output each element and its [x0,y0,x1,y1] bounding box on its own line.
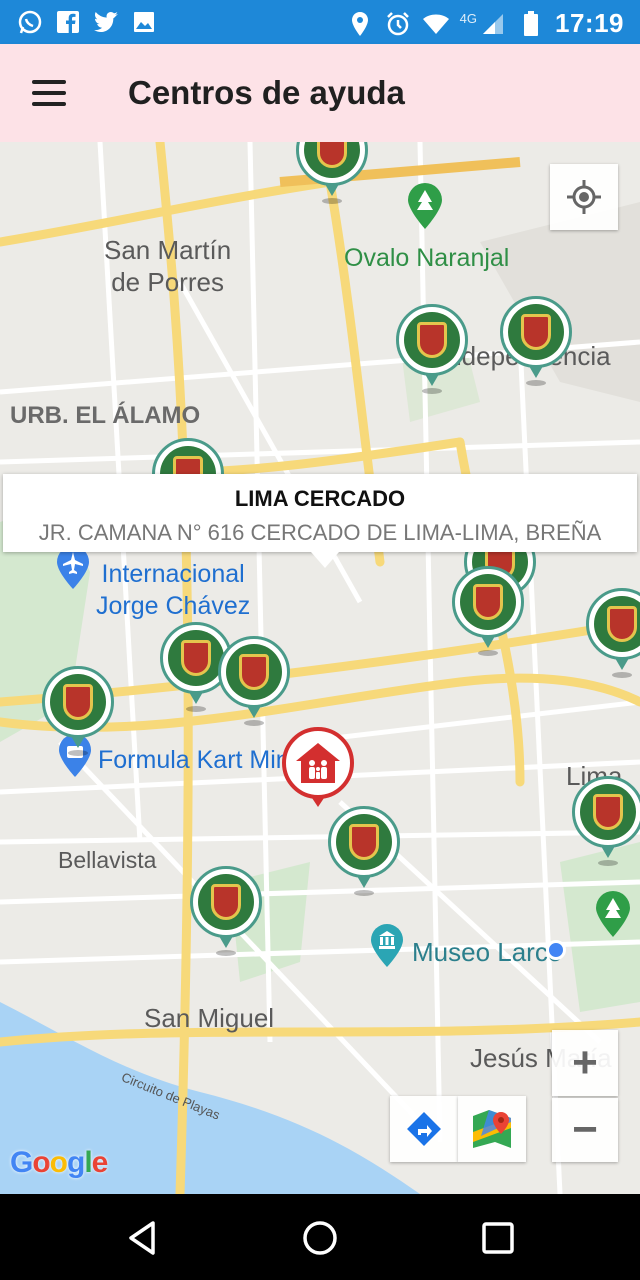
wifi-icon [422,10,450,38]
map-view[interactable]: San Martín de Porres Ovalo Naranjal Inde… [0,142,640,1194]
info-window-address: JR. CAMANA N° 616 CERCADO DE LIMA-LIMA, … [38,520,602,545]
place-label-airport: Internacional Jorge Chávez [96,560,251,620]
my-location-button[interactable] [550,164,618,230]
google-logo: Google [10,1146,108,1179]
whatsapp-icon [16,8,44,36]
park-pin-icon[interactable] [594,890,632,943]
hamburger-menu-icon[interactable] [28,76,72,112]
location-icon [346,10,374,38]
directions-icon [407,1112,441,1146]
marker-info-window[interactable]: LIMA CERCADO JR. CAMANA N° 616 CERCADO D… [3,474,637,568]
alarm-icon [384,10,412,38]
battery-icon [517,10,545,38]
museum-pin-icon[interactable] [370,924,404,973]
airport-pin-icon[interactable] [56,546,90,595]
open-google-maps-button[interactable] [458,1096,526,1162]
app-bar: Centros de ayuda [0,44,640,142]
place-label-ovalo: Ovalo Naranjal [344,244,510,272]
back-icon[interactable] [120,1216,164,1260]
my-location-icon [567,180,601,214]
twitter-icon [92,8,120,36]
police-station-marker[interactable] [586,588,640,678]
place-label-museo: Museo Larco [412,937,563,967]
family-home-icon [296,743,340,783]
zoom-in-button[interactable]: + [552,1030,618,1096]
police-station-marker[interactable] [328,806,406,896]
clock-time: 17:19 [555,8,624,38]
police-station-marker[interactable] [218,636,296,726]
signal-icon [479,10,507,38]
place-label-san-martin: San Martín de Porres [104,235,232,297]
police-station-marker[interactable] [452,566,530,656]
police-station-marker[interactable] [190,866,268,956]
police-station-marker[interactable] [42,666,120,756]
status-bar: 4G 17:19 [0,0,640,44]
place-label-san-miguel: San Miguel [144,1003,275,1033]
page-title: Centros de ayuda [128,74,405,111]
google-maps-icon [473,1110,511,1148]
help-center-marker[interactable] [282,727,358,809]
zoom-out-button[interactable]: − [552,1098,618,1162]
home-icon[interactable] [298,1216,342,1260]
image-icon [130,8,158,36]
network-type-label: 4G [459,11,477,26]
system-nav-bar [0,1194,640,1280]
place-label-bellavista: Bellavista [58,847,157,873]
directions-button[interactable] [390,1096,458,1162]
park-pin-icon[interactable] [406,182,444,235]
facebook-icon [54,8,82,36]
user-location-dot [546,940,566,960]
police-station-marker[interactable] [296,142,374,204]
police-station-marker[interactable] [396,304,474,394]
police-station-marker[interactable] [500,296,578,386]
recents-icon[interactable] [476,1216,520,1260]
police-station-marker[interactable] [572,776,640,866]
info-window-title: LIMA CERCADO [234,486,406,511]
place-label-urb-alamo: URB. EL ÁLAMO [10,402,201,429]
